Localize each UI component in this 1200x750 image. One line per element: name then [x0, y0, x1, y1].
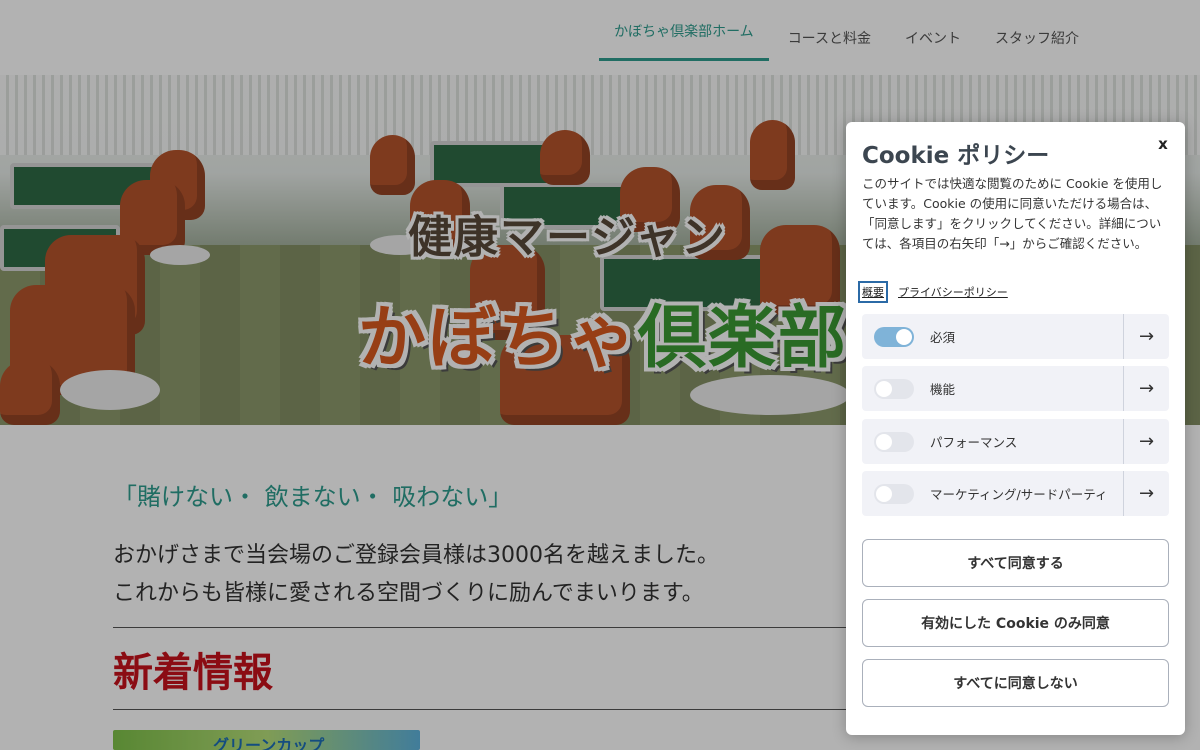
cookie-policy-dialog: x Cookie ポリシー このサイトでは快適な閲覧のために Cookie を使…	[846, 122, 1185, 735]
category-label: 必須	[930, 330, 956, 345]
arrow-right-icon[interactable]: →	[1123, 366, 1169, 411]
functional-toggle[interactable]	[874, 378, 914, 399]
cookie-links: 概要 プライバシーポリシー	[858, 281, 1008, 303]
toggle-knob	[876, 380, 892, 397]
overview-link[interactable]: 概要	[858, 281, 888, 303]
performance-toggle[interactable]	[874, 431, 914, 452]
cookie-description: このサイトでは快適な閲覧のために Cookie を使用しています。Cookie …	[862, 176, 1163, 251]
accept-selected-button[interactable]: 有効にした Cookie のみ同意	[862, 599, 1169, 647]
cookie-title: Cookie ポリシー	[862, 143, 1050, 169]
arrow-right-icon[interactable]: →	[1123, 419, 1169, 464]
toggle-knob	[876, 485, 892, 502]
toggle-knob	[876, 433, 892, 450]
category-label: マーケティング/サードパーティ	[930, 487, 1108, 502]
cookie-category-marketing: マーケティング/サードパーティ →	[862, 471, 1169, 516]
arrow-right-icon[interactable]: →	[1123, 314, 1169, 359]
accept-all-button[interactable]: すべて同意する	[862, 539, 1169, 587]
cookie-category-required: 必須 →	[862, 314, 1169, 359]
category-label: 機能	[930, 382, 956, 397]
cookie-category-performance: パフォーマンス →	[862, 419, 1169, 464]
arrow-right-icon[interactable]: →	[1123, 471, 1169, 516]
category-label: パフォーマンス	[930, 435, 1018, 450]
privacy-policy-link[interactable]: プライバシーポリシー	[898, 284, 1008, 300]
required-toggle[interactable]	[874, 326, 914, 347]
reject-all-button[interactable]: すべてに同意しない	[862, 659, 1169, 707]
close-icon[interactable]: x	[1153, 134, 1173, 154]
toggle-knob	[896, 328, 912, 345]
marketing-toggle[interactable]	[874, 483, 914, 504]
cookie-category-functional: 機能 →	[862, 366, 1169, 411]
